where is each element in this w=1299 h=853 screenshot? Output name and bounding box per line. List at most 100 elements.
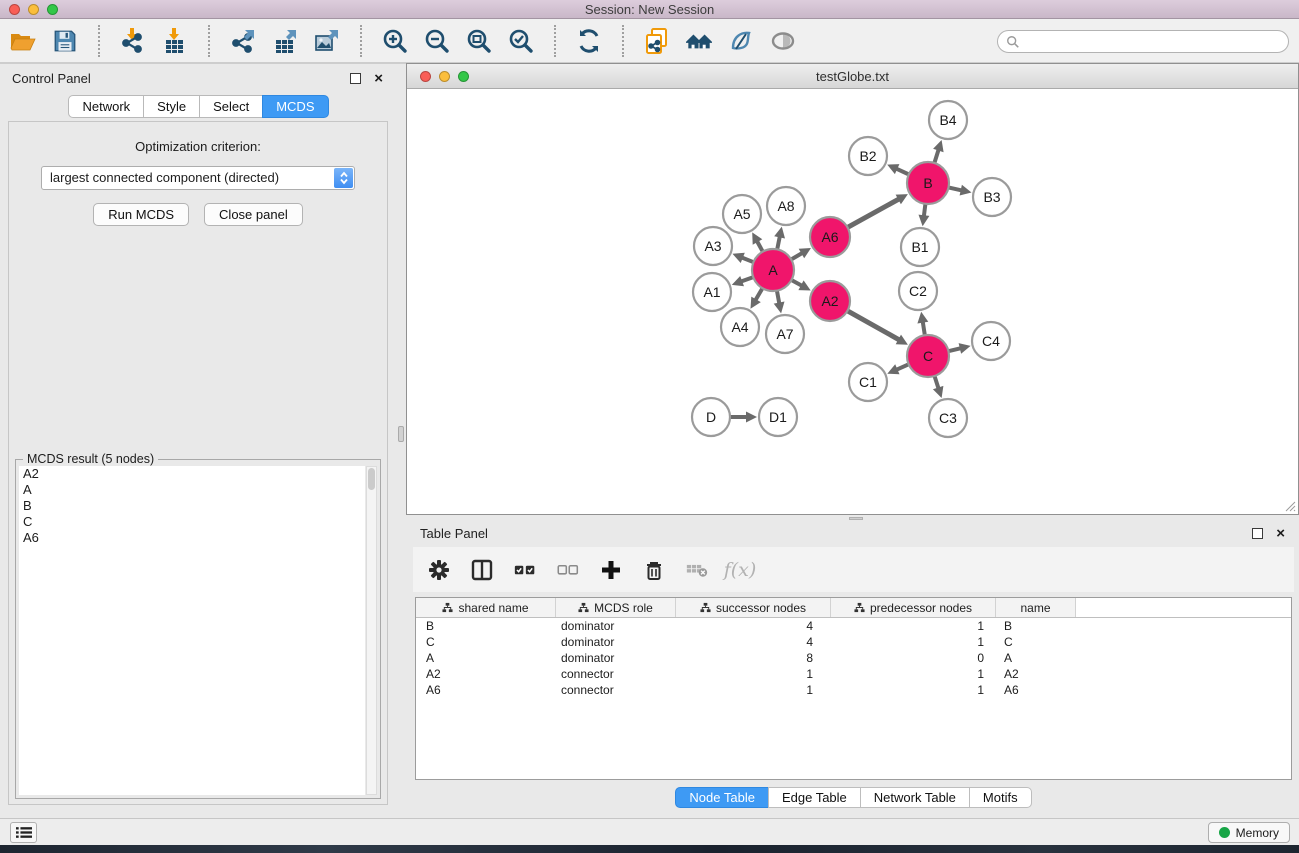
import-table-icon[interactable] (160, 26, 190, 56)
memory-status-icon (1219, 827, 1230, 838)
zoom-selected-icon[interactable] (506, 26, 536, 56)
graph-edge[interactable] (792, 254, 801, 260)
graph-edge[interactable] (848, 311, 898, 339)
table-row[interactable]: A6connector11A6 (416, 682, 1291, 698)
graph-edge[interactable] (897, 169, 908, 174)
tab-mcds[interactable]: MCDS (262, 95, 328, 118)
table-row[interactable]: Cdominator41C (416, 634, 1291, 650)
column-header-shared-name[interactable]: shared name (416, 598, 556, 617)
table-cell: 1 (831, 635, 996, 649)
graph-edge[interactable] (897, 365, 907, 370)
table-header-row: shared nameMCDS role successor nodes prede… (416, 598, 1291, 618)
mcds-result-item[interactable]: A2 (19, 466, 365, 482)
vertical-splitter[interactable] (397, 64, 406, 818)
search-icon (1006, 35, 1020, 49)
search-box[interactable] (997, 30, 1289, 53)
float-panel-icon[interactable] (350, 73, 361, 84)
split-columns-icon[interactable] (469, 557, 495, 583)
graph-edge[interactable] (923, 323, 925, 335)
show-columns-icon[interactable] (512, 557, 538, 583)
edge-arrowhead-icon (919, 215, 930, 227)
tab-network-table[interactable]: Network Table (860, 787, 970, 808)
home-icon[interactable] (684, 26, 714, 56)
close-panel-icon[interactable]: × (1276, 528, 1285, 539)
tab-style[interactable]: Style (143, 95, 200, 118)
settings-icon[interactable] (426, 557, 452, 583)
delete-column-icon[interactable] (641, 557, 667, 583)
desktop-background (0, 845, 1299, 853)
network-from-selection-icon[interactable] (642, 26, 672, 56)
save-icon[interactable] (50, 26, 80, 56)
refresh-icon[interactable] (574, 26, 604, 56)
table-row[interactable]: Bdominator41B (416, 618, 1291, 634)
zoom-fit-icon[interactable] (464, 26, 494, 56)
delete-table-icon (684, 557, 710, 583)
splitter-handle[interactable] (849, 517, 863, 520)
column-header-name[interactable]: name (996, 598, 1076, 617)
table-row[interactable]: A2connector11A2 (416, 666, 1291, 682)
open-icon[interactable] (8, 26, 38, 56)
tab-select[interactable]: Select (199, 95, 263, 118)
export-image-icon[interactable] (312, 26, 342, 56)
zoom-in-icon[interactable] (380, 26, 410, 56)
graph-edge[interactable] (756, 289, 762, 299)
task-history-button[interactable] (10, 822, 37, 843)
graphics-details-icon[interactable] (726, 26, 756, 56)
resize-grip-icon[interactable] (1283, 499, 1296, 512)
table-cell: B (996, 619, 1076, 633)
graph-edge[interactable] (743, 258, 753, 262)
graph-edge[interactable] (935, 377, 938, 388)
eye-icon[interactable] (768, 26, 798, 56)
graph-edge[interactable] (949, 348, 960, 351)
export-network-icon[interactable] (228, 26, 258, 56)
graph-edge[interactable] (924, 205, 925, 215)
graph-edge[interactable] (742, 278, 752, 282)
search-input[interactable] (1025, 33, 1280, 50)
network-view-window: testGlobe.txt AA1A2A3A4A5A6A7A8BB1B2B3B4… (406, 63, 1299, 515)
export-table-icon[interactable] (270, 26, 300, 56)
graph-edge[interactable] (792, 281, 801, 286)
graph-edge[interactable] (777, 292, 779, 303)
table-cell: connector (556, 667, 676, 681)
close-panel-icon[interactable]: × (374, 73, 383, 84)
scrollbar-thumb[interactable] (368, 468, 375, 490)
mcds-result-item[interactable]: C (19, 514, 365, 530)
network-canvas[interactable]: AA1A2A3A4A5A6A7A8BB1B2B3B4CC1C2C3C4DD1 (407, 89, 1298, 514)
import-network-icon[interactable] (118, 26, 148, 56)
zoom-out-icon[interactable] (422, 26, 452, 56)
table-cell: C (996, 635, 1076, 649)
dropdown-stepper-icon (334, 168, 353, 188)
graph-edge[interactable] (848, 199, 898, 227)
mcds-result-list[interactable]: A2ABCA6 (19, 466, 365, 795)
column-header-predecessor-nodes[interactable]: predecessor nodes (831, 598, 996, 617)
tab-node-table[interactable]: Node Table (675, 787, 769, 808)
tab-edge-table[interactable]: Edge Table (768, 787, 861, 808)
hide-columns-icon[interactable] (555, 557, 581, 583)
mcds-result-item[interactable]: A6 (19, 530, 365, 546)
toolbar-separator (554, 25, 556, 57)
column-header-MCDS-role[interactable]: MCDS role (556, 598, 676, 617)
memory-button[interactable]: Memory (1208, 822, 1290, 843)
graph-edge[interactable] (777, 237, 779, 248)
graph-edge[interactable] (758, 242, 763, 251)
tab-network[interactable]: Network (68, 95, 144, 118)
result-scrollbar[interactable] (366, 466, 377, 795)
column-header-successor-nodes[interactable]: successor nodes (676, 598, 831, 617)
mcds-result-item[interactable]: B (19, 498, 365, 514)
mcds-panel: Optimization criterion: largest connecte… (8, 121, 388, 805)
close-panel-button[interactable]: Close panel (204, 203, 303, 226)
criterion-value: largest connected component (directed) (42, 167, 354, 189)
table-row[interactable]: Adominator80A (416, 650, 1291, 666)
graph-edge[interactable] (950, 188, 961, 191)
criterion-dropdown[interactable]: largest connected component (directed) (41, 166, 355, 190)
run-mcds-button[interactable]: Run MCDS (93, 203, 189, 226)
column-label: successor nodes (716, 601, 806, 615)
graph-edge[interactable] (935, 151, 939, 163)
splitter-handle[interactable] (398, 426, 404, 442)
graph-node-label: A3 (704, 238, 721, 254)
tab-motifs[interactable]: Motifs (969, 787, 1032, 808)
float-panel-icon[interactable] (1252, 528, 1263, 539)
toolbar-separator (622, 25, 624, 57)
mcds-result-item[interactable]: A (19, 482, 365, 498)
add-column-icon[interactable] (598, 557, 624, 583)
